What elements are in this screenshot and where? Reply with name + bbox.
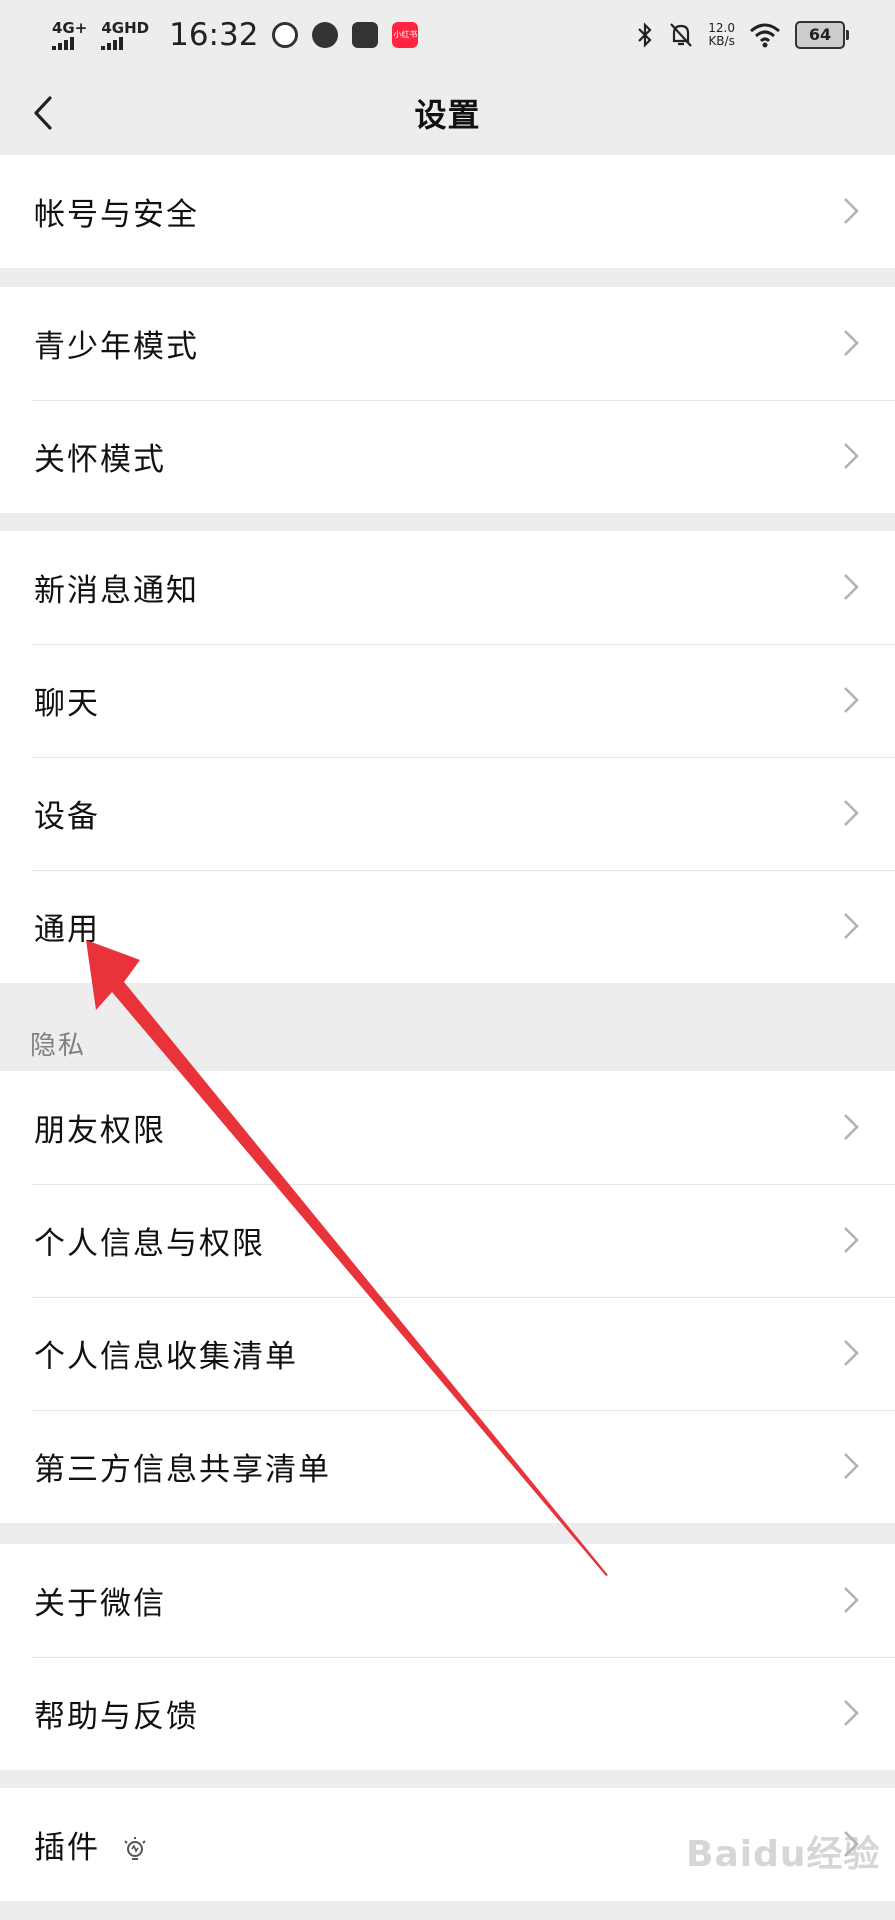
settings-item-label: 聊天: [34, 686, 100, 722]
chevron-right-icon: [844, 1340, 859, 1366]
chevron-right-icon: [844, 800, 859, 826]
settings-group-privacy: 朋友权限 个人信息与权限 个人信息收集清单 第三方信息共享清单: [0, 1071, 895, 1523]
xiaohongshu-app-icon: 小红书: [392, 22, 419, 48]
network-type-label: 4GHD: [101, 18, 150, 37]
network-indicator-2: 4GHD: [101, 18, 150, 50]
settings-item-label: 帮助与反馈: [34, 1699, 199, 1735]
message-bubble-icon: [312, 22, 339, 48]
signal-bars-icon: [101, 36, 124, 50]
settings-item-label: 通用: [34, 912, 100, 948]
lightbulb-icon: [124, 1836, 146, 1860]
signal-bars-icon: [52, 36, 74, 50]
settings-item-label: 帐号与安全: [34, 197, 199, 233]
chevron-right-icon: [844, 1587, 859, 1613]
chevron-right-icon: [844, 198, 859, 224]
network-indicator-1: 4G+: [52, 18, 88, 50]
chevron-right-icon: [844, 1227, 859, 1253]
settings-item-label: 个人信息收集清单: [34, 1339, 298, 1375]
wifi-icon: [750, 23, 780, 48]
chevron-right-icon: [844, 443, 859, 469]
settings-item-about-wechat[interactable]: 关于微信: [0, 1544, 895, 1657]
settings-item-label: 关怀模式: [34, 442, 166, 478]
network-type-label: 4G+: [52, 18, 88, 37]
baidu-watermark: Baidu经验: [686, 1834, 881, 1875]
battery-indicator: 64: [795, 21, 849, 49]
settings-item-chat[interactable]: 聊天: [0, 644, 895, 757]
status-bar: 4G+ 4GHD 16:32 小红书 12.0 KB/s 64: [0, 0, 895, 70]
bluetooth-icon: [638, 22, 652, 48]
chevron-right-icon: [844, 574, 859, 600]
mute-bell-icon: [670, 23, 693, 47]
settings-group-modes: 青少年模式 关怀模式: [0, 287, 895, 513]
chevron-right-icon: [844, 1453, 859, 1479]
settings-item-label: 关于微信: [34, 1586, 166, 1622]
settings-group-about: 关于微信 帮助与反馈: [0, 1544, 895, 1770]
settings-item-personal-info-collection[interactable]: 个人信息收集清单: [0, 1297, 895, 1410]
settings-item-label: 个人信息与权限: [34, 1226, 265, 1262]
plugins-label-text: 插件: [34, 1830, 100, 1866]
settings-item-third-party-sharing[interactable]: 第三方信息共享清单: [0, 1410, 895, 1523]
settings-item-label: 插件: [34, 1822, 148, 1867]
network-speed: 12.0 KB/s: [708, 21, 735, 48]
nav-bar: 设置: [0, 70, 895, 155]
settings-item-notifications[interactable]: 新消息通知: [0, 531, 895, 644]
chevron-right-icon: [844, 1114, 859, 1140]
shopping-bag-icon: [352, 22, 379, 48]
camera-app-icon: [272, 22, 299, 48]
settings-item-label: 青少年模式: [34, 329, 199, 365]
chevron-right-icon: [844, 330, 859, 356]
clock: 16:32: [169, 17, 259, 53]
settings-item-label: 第三方信息共享清单: [34, 1452, 331, 1488]
settings-item-label: 新消息通知: [34, 573, 199, 609]
settings-item-friend-permissions[interactable]: 朋友权限: [0, 1071, 895, 1184]
settings-item-personal-info-permissions[interactable]: 个人信息与权限: [0, 1184, 895, 1297]
settings-item-label: 设备: [34, 799, 100, 835]
settings-item-teen-mode[interactable]: 青少年模式: [0, 287, 895, 400]
chevron-right-icon: [844, 687, 859, 713]
settings-group-account: 帐号与安全: [0, 155, 895, 268]
settings-item-account-security[interactable]: 帐号与安全: [0, 155, 895, 268]
speed-unit: KB/s: [708, 34, 735, 48]
page-title: 设置: [414, 95, 481, 134]
settings-item-general[interactable]: 通用: [0, 870, 895, 983]
status-bar-left: 4G+ 4GHD 16:32 小红书: [52, 17, 419, 53]
settings-item-devices[interactable]: 设备: [0, 757, 895, 870]
settings-item-label: 朋友权限: [34, 1113, 166, 1149]
status-bar-right: 12.0 KB/s 64: [636, 21, 849, 49]
section-header-privacy: 隐私: [30, 1031, 87, 1061]
settings-item-care-mode[interactable]: 关怀模式: [0, 400, 895, 513]
chevron-right-icon: [844, 913, 859, 939]
settings-item-help-feedback[interactable]: 帮助与反馈: [0, 1657, 895, 1770]
back-arrow-icon[interactable]: [26, 90, 60, 136]
chevron-right-icon: [844, 1700, 859, 1726]
settings-group-general: 新消息通知 聊天 设备 通用: [0, 531, 895, 983]
